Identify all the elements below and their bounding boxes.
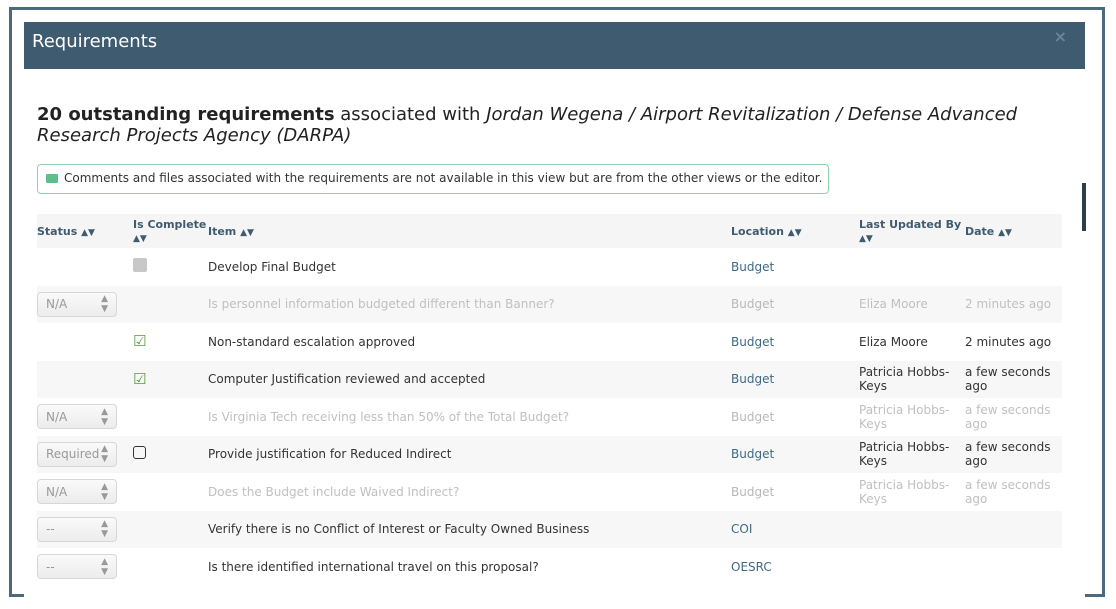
table-row: N/A ▲ ▼ Is Virginia Tech receiving less tha… (37, 398, 1062, 436)
status-select[interactable]: N/A ▲ ▼ (37, 291, 117, 317)
complete-checkbox[interactable] (133, 446, 146, 460)
close-icon[interactable]: × (1054, 27, 1067, 46)
header-complete[interactable]: Is Complete ▲▼ (133, 214, 208, 248)
table-row: N/A ▲ ▼ Does the Budget include Waived Indi… (37, 473, 1062, 511)
label: -- (46, 522, 55, 537)
chevron-updown-icon: ▲ ▼ (101, 556, 108, 577)
updated-by: Patricia Hobbs-Keys (859, 435, 965, 473)
header-location[interactable]: Location ▲▼ (731, 214, 859, 248)
item-text: Provide justification for Reduced Indire… (208, 435, 731, 473)
location-link[interactable]: Budget (731, 323, 859, 361)
label: Location (731, 224, 784, 238)
sort-icon: ▲▼ (859, 234, 873, 244)
status-select[interactable]: N/A ▲ ▼ (37, 404, 117, 430)
location-link[interactable]: Budget (731, 360, 859, 398)
table-row: -- ▲ ▼ Verify there is no Conflict of Inter… (37, 510, 1062, 548)
date (965, 548, 1062, 586)
location-link[interactable]: COI (731, 510, 859, 548)
scrollbar[interactable] (1082, 183, 1086, 231)
sort-icon: ▲▼ (998, 227, 1012, 238)
status-select[interactable]: -- ▲ ▼ (37, 554, 117, 580)
item-text: Is personnel information budgeted differ… (208, 285, 731, 323)
item-text: Computer Justification reviewed and acce… (208, 360, 731, 398)
checked-checkbox-icon[interactable]: ☑ (133, 371, 147, 386)
status-select[interactable]: Required ▲ ▼ (37, 441, 117, 467)
notice-text: Comments and files associated with the r… (64, 171, 823, 185)
date: a few seconds ago (965, 402, 1051, 431)
table-row: ☑ Computer Justification reviewed and acc… (37, 360, 1062, 398)
modal-title: Requirements (32, 31, 158, 52)
sort-icon: ▲▼ (240, 227, 254, 238)
table-row: Required ▲ ▼ Provide justification for Redu… (37, 435, 1062, 473)
label: N/A (46, 484, 68, 499)
chevron-updown-icon: ▲ ▼ (101, 481, 108, 502)
label: Last Updated By (859, 218, 962, 231)
label: N/A (46, 409, 68, 424)
date: a few seconds ago (965, 435, 1062, 473)
disabled-checkbox (133, 258, 147, 273)
info-notice: Comments and files associated with the r… (37, 164, 830, 194)
date (965, 510, 1062, 548)
folder-icon (46, 174, 58, 183)
date: a few seconds ago (965, 360, 1062, 398)
header-date[interactable]: Date ▲▼ (965, 214, 1062, 248)
item-text: Does the Budget include Waived Indirect? (208, 484, 460, 499)
requirements-table: Status ▲▼ Is Complete ▲▼ Item ▲▼ Location… (37, 214, 1062, 586)
status-select[interactable]: N/A ▲ ▼ (37, 479, 117, 505)
date (965, 248, 1062, 286)
label: Item (208, 224, 237, 238)
modal-header: Requirements × (24, 22, 1085, 69)
table-row: N/A ▲ ▼ Is personnel information budgeted d… (37, 285, 1062, 323)
item-text: Is there identified international travel… (208, 559, 539, 574)
sort-icon: ▲▼ (787, 227, 802, 238)
updated-by: Patricia Hobbs-Keys (859, 402, 950, 431)
updated-by: Patricia Hobbs-Keys (859, 360, 965, 398)
label: Date (965, 224, 995, 238)
updated-by: Patricia Hobbs-Keys (859, 477, 950, 506)
location-link[interactable]: Budget (731, 398, 859, 436)
label: -- (46, 559, 55, 574)
status-select[interactable]: -- ▲ ▼ (37, 516, 117, 542)
location-link[interactable]: Budget (731, 248, 859, 286)
table-row: ☑ Non-standard escalation approved Budget E… (37, 323, 1062, 361)
sort-icon: ▲▼ (133, 234, 147, 244)
location-link[interactable]: Budget (731, 285, 859, 323)
label: Status (37, 224, 78, 238)
date: 2 minutes ago (965, 285, 1062, 323)
date: 2 minutes ago (965, 334, 1052, 349)
header-status[interactable]: Status ▲▼ (37, 214, 133, 248)
header-item[interactable]: Item ▲▼ (208, 214, 731, 248)
location-link[interactable]: Budget (731, 473, 859, 511)
date: a few seconds ago (965, 477, 1051, 506)
summary-heading: 20 outstanding requirements associated w… (37, 104, 1047, 146)
summary-text: associated with (334, 104, 487, 125)
label: Is Complete (133, 218, 207, 231)
label: N/A (46, 297, 68, 312)
updated-by (859, 548, 965, 586)
item-text: Develop Final Budget (208, 259, 336, 274)
label: Required (46, 447, 100, 462)
sort-icon: ▲▼ (81, 227, 95, 238)
table-row: -- ▲ ▼ Is there identified international tr… (37, 548, 1062, 586)
updated-by: Eliza Moore (859, 285, 965, 323)
chevron-updown-icon: ▲ ▼ (101, 444, 108, 465)
table-row: Develop Final Budget Budget (37, 248, 1062, 286)
checked-checkbox-icon[interactable]: ☑ (133, 334, 147, 349)
chevron-updown-icon: ▲ ▼ (101, 519, 108, 540)
chevron-updown-icon: ▲ ▼ (101, 406, 108, 427)
header-updated-by[interactable]: Last Updated By ▲▼ (859, 214, 965, 248)
updated-by (859, 510, 965, 548)
item-text: Non-standard escalation approved (208, 334, 416, 349)
location-link[interactable]: OESRC (731, 548, 859, 586)
item-text: Verify there is no Conflict of Interest … (208, 510, 731, 548)
requirement-count: 20 outstanding requirements (37, 104, 335, 125)
updated-by (859, 248, 965, 286)
updated-by: Eliza Moore (859, 334, 928, 349)
chevron-updown-icon: ▲ ▼ (101, 294, 108, 315)
location-link[interactable]: Budget (731, 435, 859, 473)
item-text: Is Virginia Tech receiving less than 50%… (208, 409, 570, 424)
